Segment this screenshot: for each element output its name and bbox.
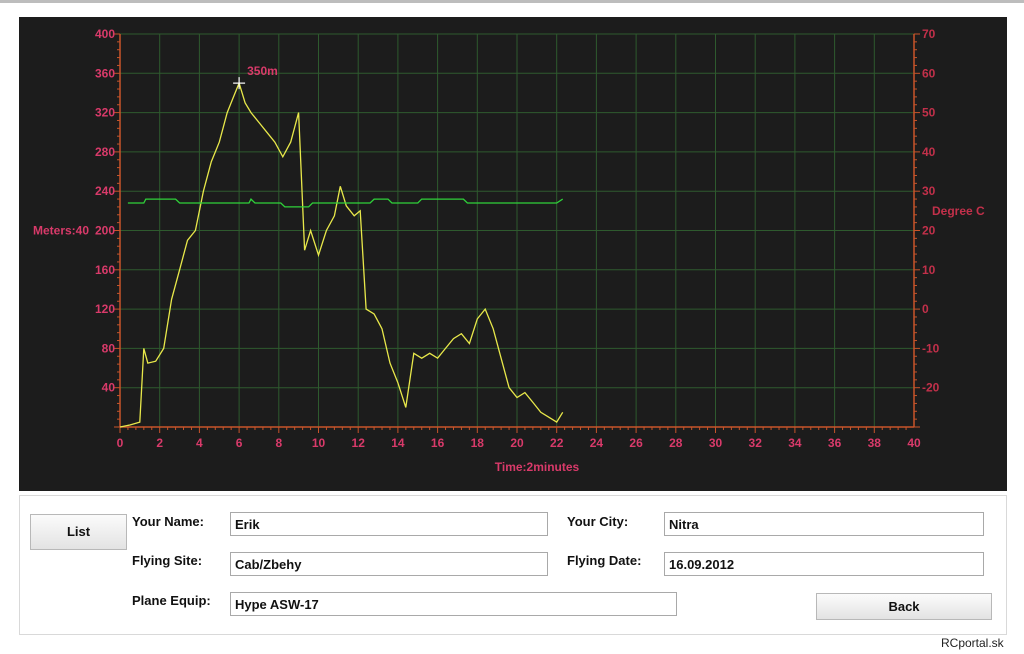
y-right-tick-label: 0 [922, 302, 929, 316]
flying-site-field[interactable]: Cab/Zbehy [230, 552, 548, 576]
your-name-field[interactable]: Erik [230, 512, 548, 536]
plane-equip-field[interactable]: Hype ASW-17 [230, 592, 677, 616]
y-right-tick-label: 30 [922, 184, 936, 198]
window-top-border [0, 0, 1024, 3]
x-tick-label: 28 [669, 436, 683, 450]
y-right-tick-label: 10 [922, 263, 936, 277]
y-left-axis-title: Meters:40 [33, 224, 89, 238]
x-tick-label: 22 [550, 436, 564, 450]
x-tick-label: 4 [196, 436, 203, 450]
y-left-tick-label: 160 [95, 263, 115, 277]
y-right-tick-label: 60 [922, 66, 936, 80]
x-tick-label: 32 [749, 436, 763, 450]
x-tick-label: 26 [629, 436, 643, 450]
y-right-tick-label: -20 [922, 381, 940, 395]
y-right-tick-label: -10 [922, 341, 940, 355]
x-tick-label: 18 [471, 436, 485, 450]
x-tick-label: 14 [391, 436, 405, 450]
altitude-series-line [119, 81, 564, 428]
x-tick-label: 38 [868, 436, 882, 450]
watermark-text: RCportal.sk [941, 636, 1004, 650]
y-right-tick-label: 70 [922, 27, 936, 41]
flight-chart: 0 2 4 6 8 10 12 14 16 18 20 22 24 26 28 30 32 34 36 38 40408… [33, 27, 985, 474]
y-right-tick-label: 20 [922, 224, 936, 238]
y-right-tick-label: 50 [922, 106, 936, 120]
peak-annotation-label: 350m [247, 64, 278, 78]
y-left-tick-label: 80 [102, 341, 116, 355]
x-tick-label: 36 [828, 436, 842, 450]
x-tick-label: 40 [907, 436, 921, 450]
x-tick-label: 0 [117, 436, 124, 450]
back-button[interactable]: Back [816, 593, 992, 620]
flight-chart-panel: 0 2 4 6 8 10 12 14 16 18 20 22 24 26 28 30 32 34 36 38 40 40 8… [19, 17, 1007, 491]
x-tick-label: 10 [312, 436, 326, 450]
flying-date-label: Flying Date: [567, 553, 642, 568]
y-left-tick-label: 320 [95, 106, 115, 120]
y-left-tick-label: 120 [95, 302, 115, 316]
flying-date-field[interactable]: 16.09.2012 [664, 552, 984, 576]
y-right-axis-title: Degree C [932, 204, 985, 218]
temperature-series-line [127, 198, 564, 208]
x-axis-title: Time:2minutes [495, 460, 580, 474]
x-tick-label: 12 [352, 436, 366, 450]
y-right-tick-label: 40 [922, 145, 936, 159]
x-tick-label: 2 [156, 436, 163, 450]
x-tick-label: 8 [275, 436, 282, 450]
your-name-label: Your Name: [132, 514, 204, 529]
app-window: 0 2 4 6 8 10 12 14 16 18 20 22 24 26 28 30 32 34 36 38 40 40 8… [0, 0, 1024, 654]
y-left-tick-label: 40 [102, 381, 116, 395]
y-left-tick-label: 240 [95, 184, 115, 198]
x-tick-label: 34 [788, 436, 802, 450]
y-left-tick-label: 360 [95, 66, 115, 80]
y-left-tick-label: 400 [95, 27, 115, 41]
x-tick-label: 30 [709, 436, 723, 450]
flight-info-form: List Your Name: Erik Your City: Nitra Fl… [19, 495, 1007, 635]
x-tick-label: 16 [431, 436, 445, 450]
your-city-label: Your City: [567, 514, 629, 529]
your-city-field[interactable]: Nitra [664, 512, 984, 536]
x-tick-label: 24 [590, 436, 604, 450]
x-tick-label: 6 [236, 436, 243, 450]
y-left-tick-label: 280 [95, 145, 115, 159]
x-tick-label: 20 [510, 436, 524, 450]
plane-equip-label: Plane Equip: [132, 593, 211, 608]
flying-site-label: Flying Site: [132, 553, 203, 568]
y-left-tick-label: 200 [95, 224, 115, 238]
list-button[interactable]: List [30, 514, 127, 550]
